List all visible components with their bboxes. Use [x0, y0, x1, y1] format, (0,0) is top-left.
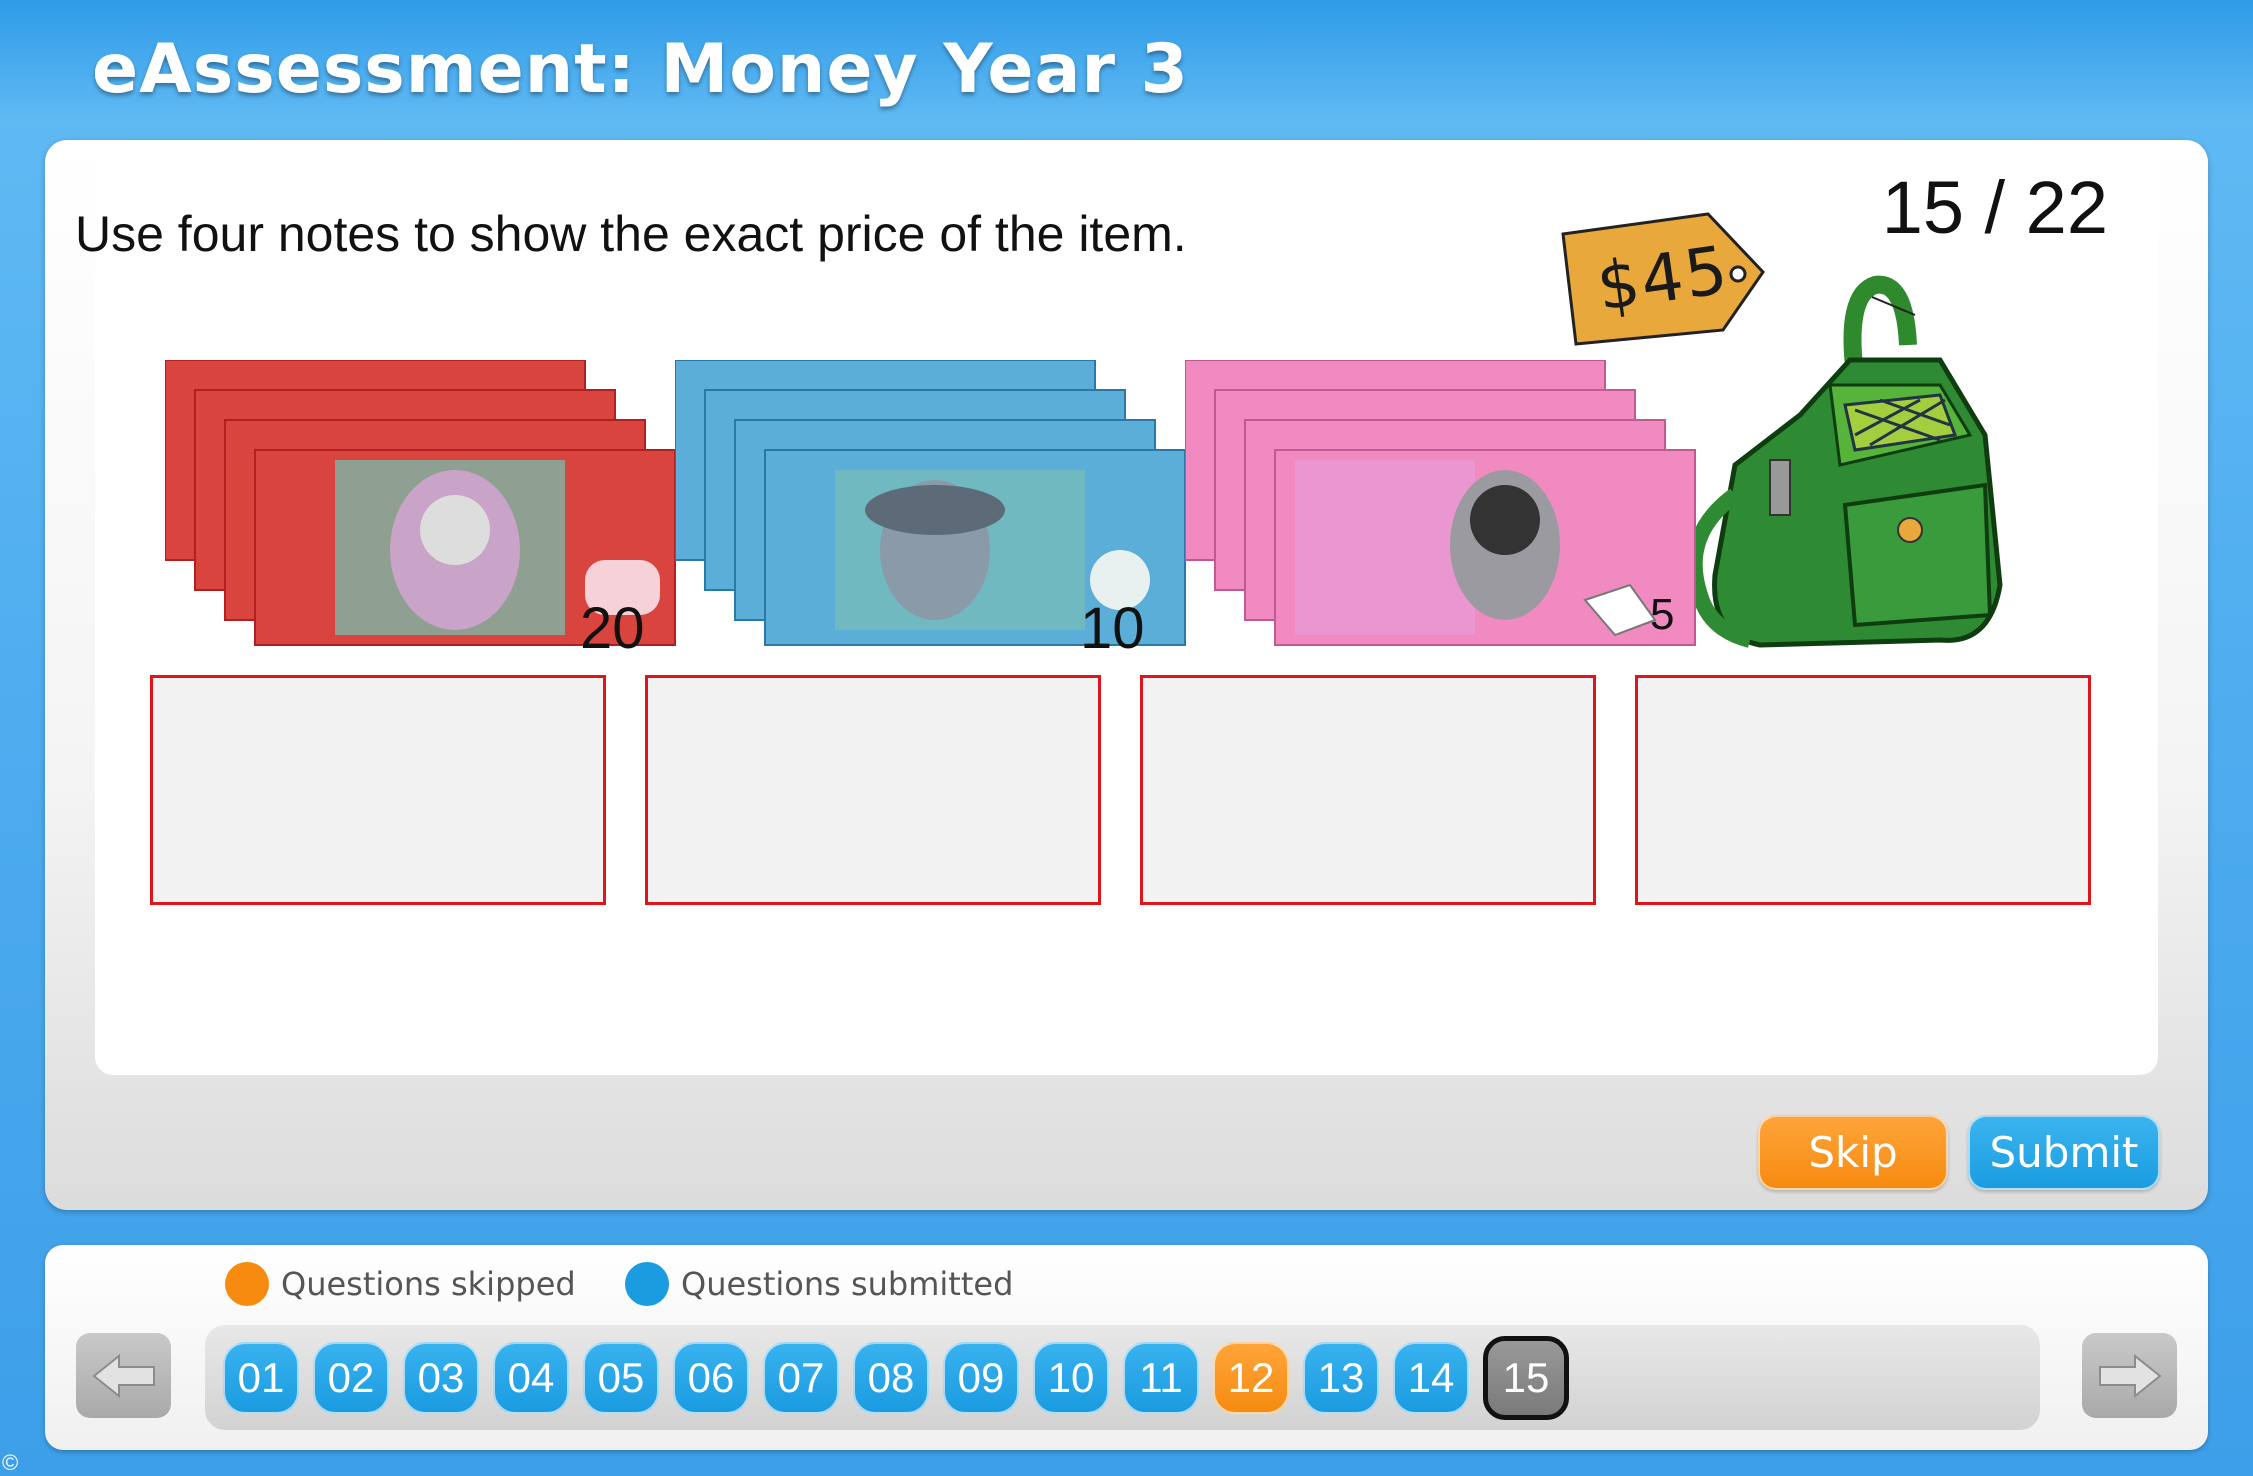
note-denomination-10: 10: [1080, 596, 1145, 661]
question-button-13[interactable]: 13: [1303, 1342, 1379, 1414]
answer-slot-4[interactable]: [1635, 675, 2091, 905]
app-title: eAssessment: Money Year 3: [92, 30, 1189, 109]
legend-submitted: Questions submitted: [625, 1262, 1013, 1306]
answer-slot-2[interactable]: [645, 675, 1101, 905]
arrow-right-icon: [2098, 1353, 2162, 1398]
question-button-05[interactable]: 05: [583, 1342, 659, 1414]
submitted-dot-icon: [625, 1262, 669, 1306]
skipped-dot-icon: [225, 1262, 269, 1306]
question-text: Use four notes to show the exact price o…: [75, 206, 1187, 262]
note-stack-5[interactable]: [1184, 359, 1705, 660]
legend-skipped-label: Questions skipped: [281, 1265, 576, 1303]
note-denomination-5: 5: [1650, 590, 1675, 639]
answer-slot-3[interactable]: [1140, 675, 1596, 905]
submit-button[interactable]: Submit: [1968, 1115, 2160, 1190]
question-button-06[interactable]: 06: [673, 1342, 749, 1414]
question-button-07[interactable]: 07: [763, 1342, 839, 1414]
question-button-03[interactable]: 03: [403, 1342, 479, 1414]
question-button-11[interactable]: 11: [1123, 1342, 1199, 1414]
question-button-02[interactable]: 02: [313, 1342, 389, 1414]
next-button[interactable]: [2082, 1333, 2177, 1418]
answer-slot-1[interactable]: [150, 675, 606, 905]
note-denomination-20: 20: [580, 596, 645, 661]
question-button-08[interactable]: 08: [853, 1342, 929, 1414]
previous-button[interactable]: [76, 1333, 171, 1418]
question-button-14[interactable]: 14: [1393, 1342, 1469, 1414]
question-button-12[interactable]: 12: [1213, 1342, 1289, 1414]
question-button-15[interactable]: 15: [1483, 1336, 1569, 1420]
copyright-mark: ©: [2, 1450, 19, 1475]
legend-skipped: Questions skipped: [225, 1262, 576, 1306]
arrow-left-icon: [91, 1353, 155, 1398]
question-button-01[interactable]: 01: [223, 1342, 299, 1414]
question-button-04[interactable]: 04: [493, 1342, 569, 1414]
legend-submitted-label: Questions submitted: [681, 1265, 1014, 1303]
question-button-10[interactable]: 10: [1033, 1342, 1109, 1414]
skip-button[interactable]: Skip: [1758, 1115, 1948, 1190]
question-button-09[interactable]: 09: [943, 1342, 1019, 1414]
